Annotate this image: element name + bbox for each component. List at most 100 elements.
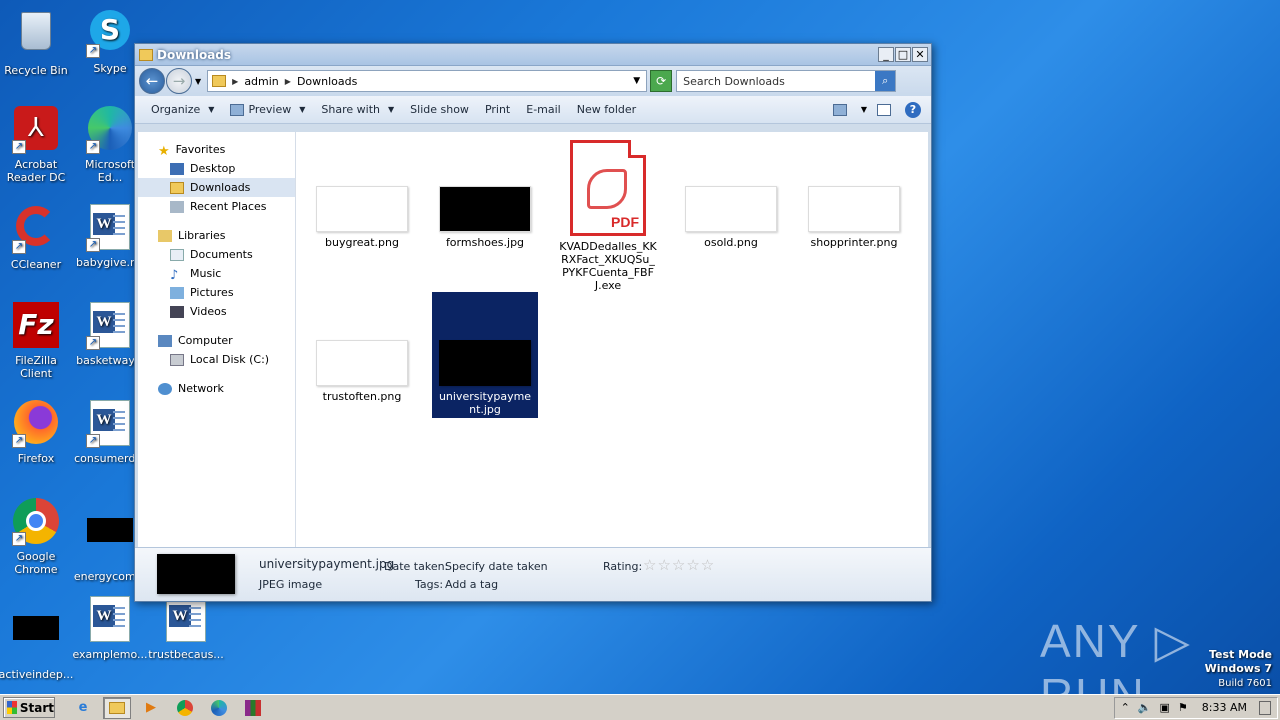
slide-show-button[interactable]: Slide show	[402, 99, 477, 121]
image-thumbnail	[439, 340, 531, 386]
minimize-button[interactable]: _	[878, 47, 894, 62]
edge-icon	[211, 699, 227, 716]
desktop-icon-examplemo[interactable]: W examplemo...	[72, 596, 148, 661]
breadcrumb-downloads[interactable]: Downloads	[297, 75, 357, 88]
desktop-icon-recycle-bin[interactable]: Recycle Bin	[0, 8, 74, 77]
network-icon	[158, 382, 172, 395]
explorer-content: ★ Favorites Desktop Downloads Recent Plac…	[138, 132, 928, 547]
back-button[interactable]: ←	[139, 68, 165, 94]
file-item[interactable]: trustoften.png	[309, 340, 415, 403]
details-file-name: universitypayment.jpg	[259, 557, 395, 571]
firefox-icon: ↗	[12, 400, 60, 448]
file-item[interactable]: formshoes.jpg	[432, 186, 538, 249]
file-item[interactable]: osold.png	[678, 186, 784, 249]
clock[interactable]: 8:33 AM	[1202, 701, 1247, 714]
help-icon[interactable]: ?	[905, 101, 921, 118]
search-icon[interactable]: ⌕	[875, 71, 896, 91]
view-icon[interactable]	[832, 103, 847, 116]
drive-icon	[170, 353, 184, 366]
desktop-icon-acrobat[interactable]: ⅄ ↗ Acrobat Reader DC	[0, 106, 74, 184]
internet-explorer-icon: e	[78, 700, 88, 715]
taskbar-edge[interactable]	[205, 697, 233, 719]
word-document-icon: W ↗	[86, 400, 134, 448]
libraries-icon	[158, 229, 172, 242]
file-item[interactable]: PDF KVADDedalles_KKRXFact_XKUQSu_PYKFCue…	[555, 140, 661, 292]
file-item[interactable]: shopprinter.png	[801, 186, 907, 249]
nav-favorites[interactable]: ★ Favorites	[138, 140, 295, 159]
desktop-icon-filezilla[interactable]: Fz FileZilla Client	[0, 302, 74, 380]
nav-libraries[interactable]: Libraries	[138, 226, 295, 245]
preview-pane-icon[interactable]	[877, 103, 891, 116]
date-taken-value[interactable]: Specify date taken	[445, 560, 548, 573]
date-taken-label: Date taken:	[384, 560, 449, 573]
nav-network[interactable]: Network	[138, 379, 295, 398]
desktop-icon-chrome[interactable]: ↗ Google Chrome	[0, 498, 74, 576]
image-thumbnail	[685, 186, 777, 232]
taskbar-winrar[interactable]	[239, 697, 267, 719]
taskbar-media-player[interactable]: ▶	[137, 697, 165, 719]
show-hidden-icons-icon[interactable]: ⌃	[1121, 701, 1130, 714]
address-dropdown[interactable]: ▼	[627, 76, 646, 86]
acrobat-icon: ⅄ ↗	[12, 106, 60, 154]
view-dropdown[interactable]: ▼	[861, 105, 867, 114]
image-thumbnail	[316, 186, 408, 232]
music-icon: ♪	[170, 267, 179, 283]
forward-button[interactable]: →	[166, 68, 192, 94]
volume-icon[interactable]: 🔈	[1138, 701, 1152, 714]
desktop-icon-trustbecaus[interactable]: W trustbecaus...	[148, 596, 224, 661]
nav-local-disk[interactable]: Local Disk (C:)	[138, 350, 295, 369]
windows-version-label: Windows 7	[1204, 662, 1272, 675]
nav-downloads[interactable]: Downloads	[138, 178, 295, 197]
image-thumbnail	[439, 186, 531, 232]
desktop-icon-ccleaner[interactable]: ↗ CCleaner	[0, 204, 74, 271]
nav-computer[interactable]: Computer	[138, 331, 295, 350]
explorer-window[interactable]: Downloads _ □ ✕ ← → ▼ ▶ admin ▶ Download…	[134, 43, 932, 602]
details-pane: universitypayment.jpg JPEG image Date ta…	[135, 547, 931, 601]
downloads-folder-icon	[170, 181, 184, 194]
build-label: Build 7601	[1218, 678, 1272, 689]
nav-recent-places[interactable]: Recent Places	[138, 197, 295, 216]
taskbar-explorer[interactable]	[103, 696, 131, 719]
show-desktop-button[interactable]	[1259, 700, 1271, 715]
chrome-icon: ↗	[12, 498, 60, 546]
desktop-icon	[170, 162, 184, 175]
media-player-icon: ▶	[146, 700, 156, 715]
preview-button[interactable]: Preview ▼	[222, 99, 313, 121]
taskbar-ie[interactable]: e	[69, 697, 97, 719]
nav-desktop[interactable]: Desktop	[138, 159, 295, 178]
address-input[interactable]: ▶ admin ▶ Downloads ▼	[207, 70, 648, 92]
taskbar-chrome[interactable]	[171, 697, 199, 719]
nav-pictures[interactable]: Pictures	[138, 283, 295, 302]
skype-icon: S ↗	[86, 10, 134, 58]
desktop-icon-activeindep[interactable]: activeindep...	[0, 596, 74, 681]
action-center-icon[interactable]: ⚑	[1178, 701, 1188, 714]
nav-documents[interactable]: Documents	[138, 245, 295, 264]
desktop-icon-firefox[interactable]: ↗ Firefox	[0, 400, 74, 465]
close-button[interactable]: ✕	[912, 47, 928, 62]
organize-button[interactable]: Organize ▼	[143, 99, 222, 121]
search-input[interactable]: Search Downloads ⌕	[676, 70, 897, 92]
nav-videos[interactable]: Videos	[138, 302, 295, 321]
print-button[interactable]: Print	[477, 99, 518, 121]
recent-pages-dropdown[interactable]: ▼	[195, 77, 201, 86]
file-item[interactable]: buygreat.png	[309, 186, 415, 249]
network-tray-icon[interactable]: ▣	[1160, 701, 1170, 714]
share-with-button[interactable]: Share with ▼	[313, 99, 402, 121]
new-folder-button[interactable]: New folder	[569, 99, 644, 121]
taskbar: Start e ▶ ⌃ 🔈 ▣ ⚑ 8:33 AM	[0, 694, 1280, 720]
maximize-button[interactable]: □	[895, 47, 911, 62]
email-button[interactable]: E-mail	[518, 99, 569, 121]
folder-icon	[109, 701, 125, 714]
breadcrumb-separator[interactable]: ▶	[285, 77, 291, 86]
refresh-button[interactable]: ⟳	[650, 70, 673, 92]
start-button[interactable]: Start	[3, 697, 55, 718]
file-item-selected[interactable]: universitypayment.jpg	[432, 292, 538, 418]
breadcrumb-admin[interactable]: admin	[244, 75, 278, 88]
nav-music[interactable]: ♪ Music	[138, 264, 295, 283]
tags-value[interactable]: Add a tag	[445, 578, 498, 591]
rating-stars[interactable]: ☆☆☆☆☆	[643, 556, 715, 574]
title-bar[interactable]: Downloads _ □ ✕	[135, 44, 931, 66]
breadcrumb-separator[interactable]: ▶	[232, 77, 238, 86]
image-thumbnail	[808, 186, 900, 232]
file-list: buygreat.png formshoes.jpg PDF KVADDedal…	[296, 132, 928, 547]
